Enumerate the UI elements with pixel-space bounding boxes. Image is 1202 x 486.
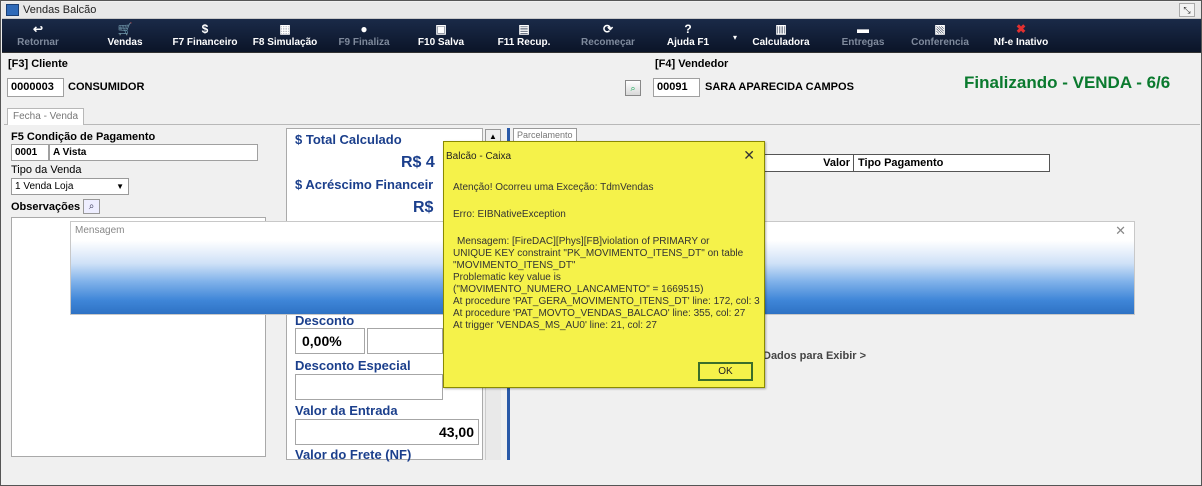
desconto-especial-label: Desconto Especial [295,358,411,373]
tipo-venda-value: 1 Venda Loja [15,181,74,192]
acrescimo-label: $ Acréscimo Financeir [295,177,434,192]
chevron-down-icon: ▼ [116,182,124,191]
cliente-codigo-field[interactable]: 0000003 [7,78,64,97]
cliente-lookup-icon[interactable]: ⌕ [625,80,641,96]
dialog-line: Atenção! Ocorreu uma Exceção: TdmVendas [453,182,654,193]
toolbar-nfe-button[interactable]: ✖ Nf-e Inativo [986,21,1056,51]
tipo-venda-select[interactable]: 1 Venda Loja ▼ [11,178,129,195]
toolbar-salva-button[interactable]: ▣ F10 Salva [414,21,468,51]
vendedor-nome: SARA APARECIDA CAMPOS [705,81,854,93]
money-icon: $ [201,22,209,36]
condicao-pagamento-label: F5 Condição de Pagamento [11,131,156,143]
dialog-line: "MOVIMENTO_ITENS_DT" [453,260,576,271]
restart-icon: ⟳ [602,22,614,36]
vendedor-codigo-field[interactable]: 00091 [653,78,700,97]
app-icon [6,4,19,16]
total-calculado-label: $ Total Calculado [295,132,402,147]
finish-icon: ● [360,22,368,36]
observacoes-label: Observações [11,201,81,213]
toolbar-recomecar-button[interactable]: ⟳ Recomeçar [576,21,640,51]
sales-icon: 🛒 [117,22,133,36]
window-title: Vendas Balcão [23,4,97,16]
dialog-line: ("MOVIMENTO_NUMERO_LANCAMENTO" = 1669515… [453,284,704,295]
calculator-grid-icon: ▦ [279,22,291,36]
condicao-codigo-field[interactable]: 0001 [11,144,49,161]
dialog-line: UNIQUE KEY constraint "PK_MOVIMENTO_ITEN… [453,248,744,259]
dialog-line: At trigger 'VENDAS_MS_AU0' line: 21, col… [453,320,657,331]
dialog-close-icon[interactable]: ✕ [743,147,755,164]
main-toolbar: ↩ Retornar 🛒 Vendas $ F7 Financeiro ▦ F8… [2,19,1201,53]
dialog-title: Balcão - Caixa [446,151,512,162]
toolbar-calculadora-button[interactable]: ▥ Calculadora [746,21,816,51]
help-icon: ? [684,22,692,36]
cliente-header: [F3] Cliente [8,58,68,70]
toolbar-vendas-button[interactable]: 🛒 Vendas [102,21,148,51]
title-bar: Vendas Balcão ⤡ [2,2,1201,19]
vendedor-header: [F4] Vendedor [655,58,729,70]
app-window: Vendas Balcão ⤡ ↩ Retornar 🛒 Vendas $ F7… [0,0,1202,486]
tab-strip-divider [4,124,1200,125]
desconto-valor-field[interactable] [367,328,443,354]
nfe-inactive-icon: ✖ [1015,22,1027,36]
toolbar-entregas-button[interactable]: ▬ Entregas [836,21,890,51]
toolbar-simulacao-button[interactable]: ▦ F8 Simulação [249,21,321,51]
desconto-label: Desconto [295,313,355,328]
checklist-icon: ▧ [934,22,946,36]
column-valor[interactable]: Valor [757,155,854,171]
return-arrow-icon: ↩ [32,22,44,36]
search-icon[interactable]: ⌕ [83,199,100,214]
close-icon[interactable]: ✕ [1115,223,1126,239]
parcelamento-grid-header: Valor Tipo Pagamento [756,154,1050,172]
dialog-line: Problematic key value is [453,272,561,283]
valor-frete-label: Valor do Frete (NF) [295,447,412,462]
toolbar-conferencia-button[interactable]: ▧ Conferencia [906,21,974,51]
cliente-nome: CONSUMIDOR [68,81,145,93]
toolbar-recup-button[interactable]: ▤ F11 Recup. [494,21,554,51]
dialog-line: Erro: EIBNativeException [453,209,566,220]
tab-fecha-venda[interactable]: Fecha - Venda [7,108,85,125]
desconto-especial-field[interactable] [295,374,443,400]
grid-empty-text: Dados para Exibir > [763,350,867,362]
total-calculado-value: R$ 4 [401,154,435,171]
ajuda-dropdown-arrow[interactable]: ▾ [733,33,737,42]
valor-entrada-field[interactable]: 43,00 [295,419,479,445]
valor-entrada-label: Valor da Entrada [295,403,398,418]
dialog-line: Mensagem: [FireDAC][Phys][FB]violation o… [457,236,710,247]
dialog-line: At procedure 'PAT_MOVTO_VENDAS_BALCAO' l… [453,308,746,319]
acrescimo-value: R$ [413,199,434,216]
restore-button[interactable]: ⤡ [1179,3,1195,17]
toolbar-finaliza-button[interactable]: ● F9 Finaliza [335,21,393,51]
save-icon: ▣ [435,22,447,36]
mensagem-title: Mensagem [75,225,125,236]
ok-button[interactable]: OK [698,362,753,381]
toolbar-financeiro-button[interactable]: $ F7 Financeiro [168,21,242,51]
tipo-venda-label: Tipo da Venda [11,164,82,176]
condicao-descricao-field[interactable]: A Vista [49,144,258,161]
status-text: Finalizando - VENDA - 6/6 [964,73,1171,92]
truck-icon: ▬ [857,22,869,36]
desconto-percent-field[interactable]: 0,00% [295,328,365,354]
calculator-icon: ▥ [775,22,787,36]
toolbar-ajuda-button[interactable]: ? Ajuda F1 [660,21,716,51]
error-dialog: Balcão - Caixa ✕ Atenção! Ocorreu uma Ex… [443,141,765,388]
column-tipo-pagamento[interactable]: Tipo Pagamento [855,155,943,171]
toolbar-retornar-button[interactable]: ↩ Retornar [8,21,68,51]
dialog-line: At procedure 'PAT_GERA_MOVIMENTO_ITENS_D… [453,296,760,307]
recover-icon: ▤ [518,22,530,36]
